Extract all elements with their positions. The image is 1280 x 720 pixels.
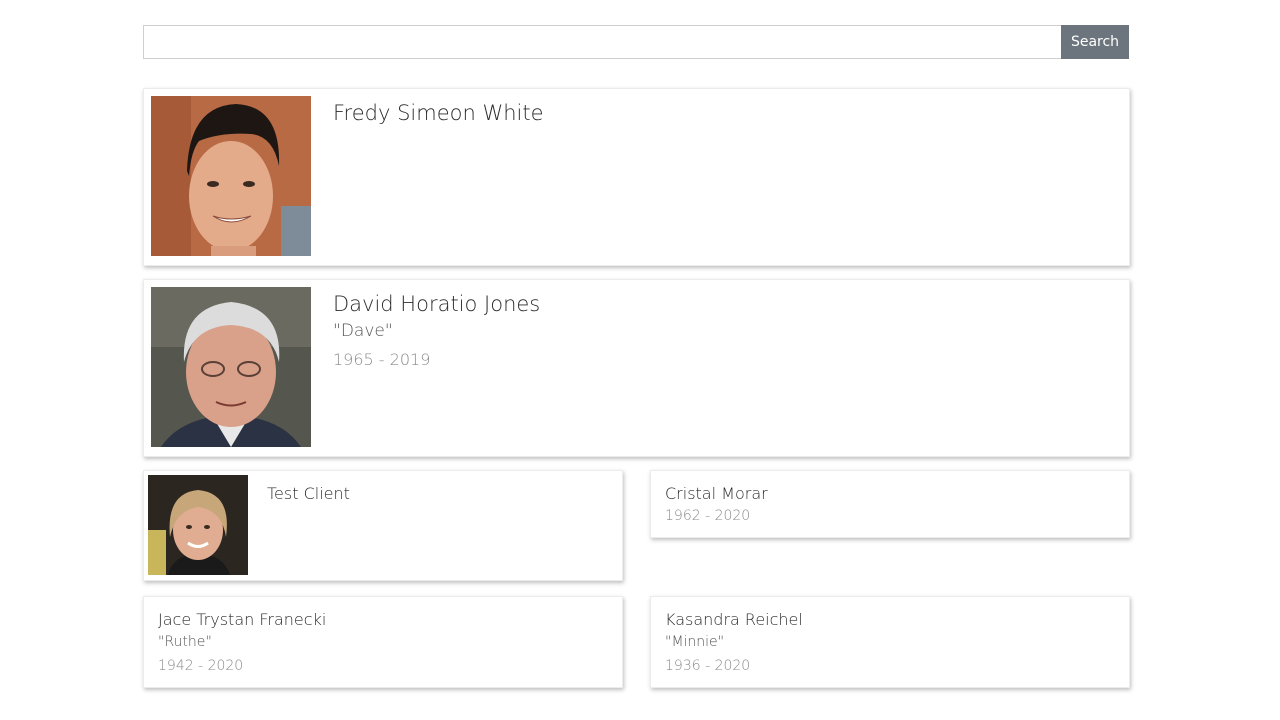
- person-photo: [151, 96, 311, 256]
- person-name: Jace Trystan Franecki: [158, 610, 327, 629]
- person-photo: [151, 287, 311, 447]
- person-name: Fredy Simeon White: [333, 101, 544, 125]
- search-bar: Search: [143, 25, 1129, 59]
- person-years: 1942 - 2020: [158, 658, 244, 674]
- person-nickname: "Ruthe": [158, 634, 212, 650]
- person-name: Test Client: [267, 484, 350, 503]
- person-name: Cristal Morar: [665, 484, 768, 503]
- person-years: 1965 - 2019: [333, 350, 431, 369]
- person-photo: [148, 475, 248, 575]
- person-name: Kasandra Reichel: [665, 610, 803, 629]
- person-name: David Horatio Jones: [333, 292, 541, 316]
- person-card[interactable]: Kasandra Reichel "Minnie" 1936 - 2020: [650, 596, 1130, 688]
- person-card[interactable]: Fredy Simeon White: [143, 88, 1130, 266]
- person-nickname: "Dave": [333, 321, 393, 341]
- person-nickname: "Minnie": [665, 634, 725, 650]
- person-card[interactable]: Cristal Morar 1962 - 2020: [650, 470, 1130, 538]
- person-card[interactable]: Test Client: [143, 470, 623, 581]
- person-card[interactable]: David Horatio Jones "Dave" 1965 - 2019: [143, 279, 1130, 457]
- search-input[interactable]: [143, 25, 1061, 59]
- search-button[interactable]: Search: [1061, 25, 1129, 59]
- person-years: 1962 - 2020: [665, 508, 751, 524]
- person-card[interactable]: Jace Trystan Franecki "Ruthe" 1942 - 202…: [143, 596, 623, 688]
- person-years: 1936 - 2020: [665, 658, 751, 674]
